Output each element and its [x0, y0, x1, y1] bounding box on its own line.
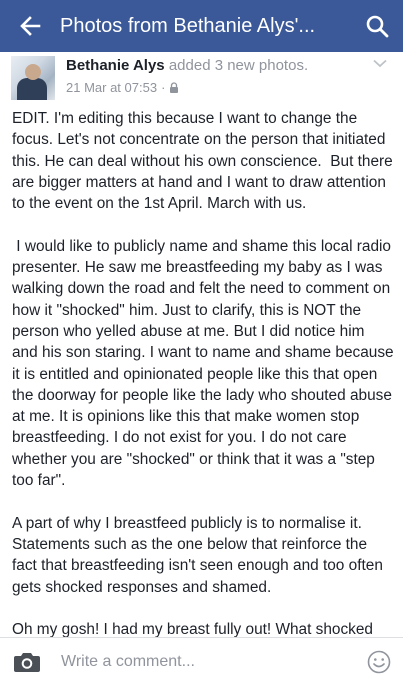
- page-title: Photos from Bethanie Alys'...: [60, 14, 316, 37]
- comment-input[interactable]: Write a comment...: [52, 653, 355, 671]
- top-app-bar: Photos from Bethanie Alys'...: [0, 0, 403, 52]
- lock-icon: [170, 82, 179, 93]
- avatar[interactable]: [11, 56, 55, 100]
- chevron-down-icon: [373, 59, 387, 67]
- author-name-link[interactable]: Bethanie Alys: [66, 57, 165, 74]
- post-action-text: added 3 new photos.: [168, 57, 309, 74]
- camera-button[interactable]: [2, 638, 52, 686]
- post-paragraph: EDIT. I'm editing this because I want to…: [12, 110, 397, 213]
- post-text: EDIT. I'm editing this because I want to…: [12, 108, 394, 662]
- search-icon: [366, 15, 389, 38]
- back-button[interactable]: [0, 0, 60, 52]
- emoji-button[interactable]: [355, 638, 403, 686]
- search-button[interactable]: [351, 0, 403, 52]
- post-options-button[interactable]: [370, 55, 390, 71]
- post-author-line: Bethanie Alys added 3 new photos.: [66, 57, 308, 74]
- post-meta: 21 Mar at 07:53 ·: [66, 80, 179, 95]
- post-paragraph: A part of why I breastfeed publicly is t…: [12, 514, 388, 596]
- post-timestamp[interactable]: 21 Mar at 07:53: [66, 80, 157, 95]
- arrow-left-icon: [20, 16, 41, 36]
- camera-icon: [14, 653, 40, 672]
- smiley-icon: [367, 650, 391, 674]
- post-paragraph: I would like to publicly name and shame …: [12, 237, 398, 490]
- comment-bar: Write a comment...: [0, 637, 403, 686]
- meta-separator: ·: [161, 80, 166, 95]
